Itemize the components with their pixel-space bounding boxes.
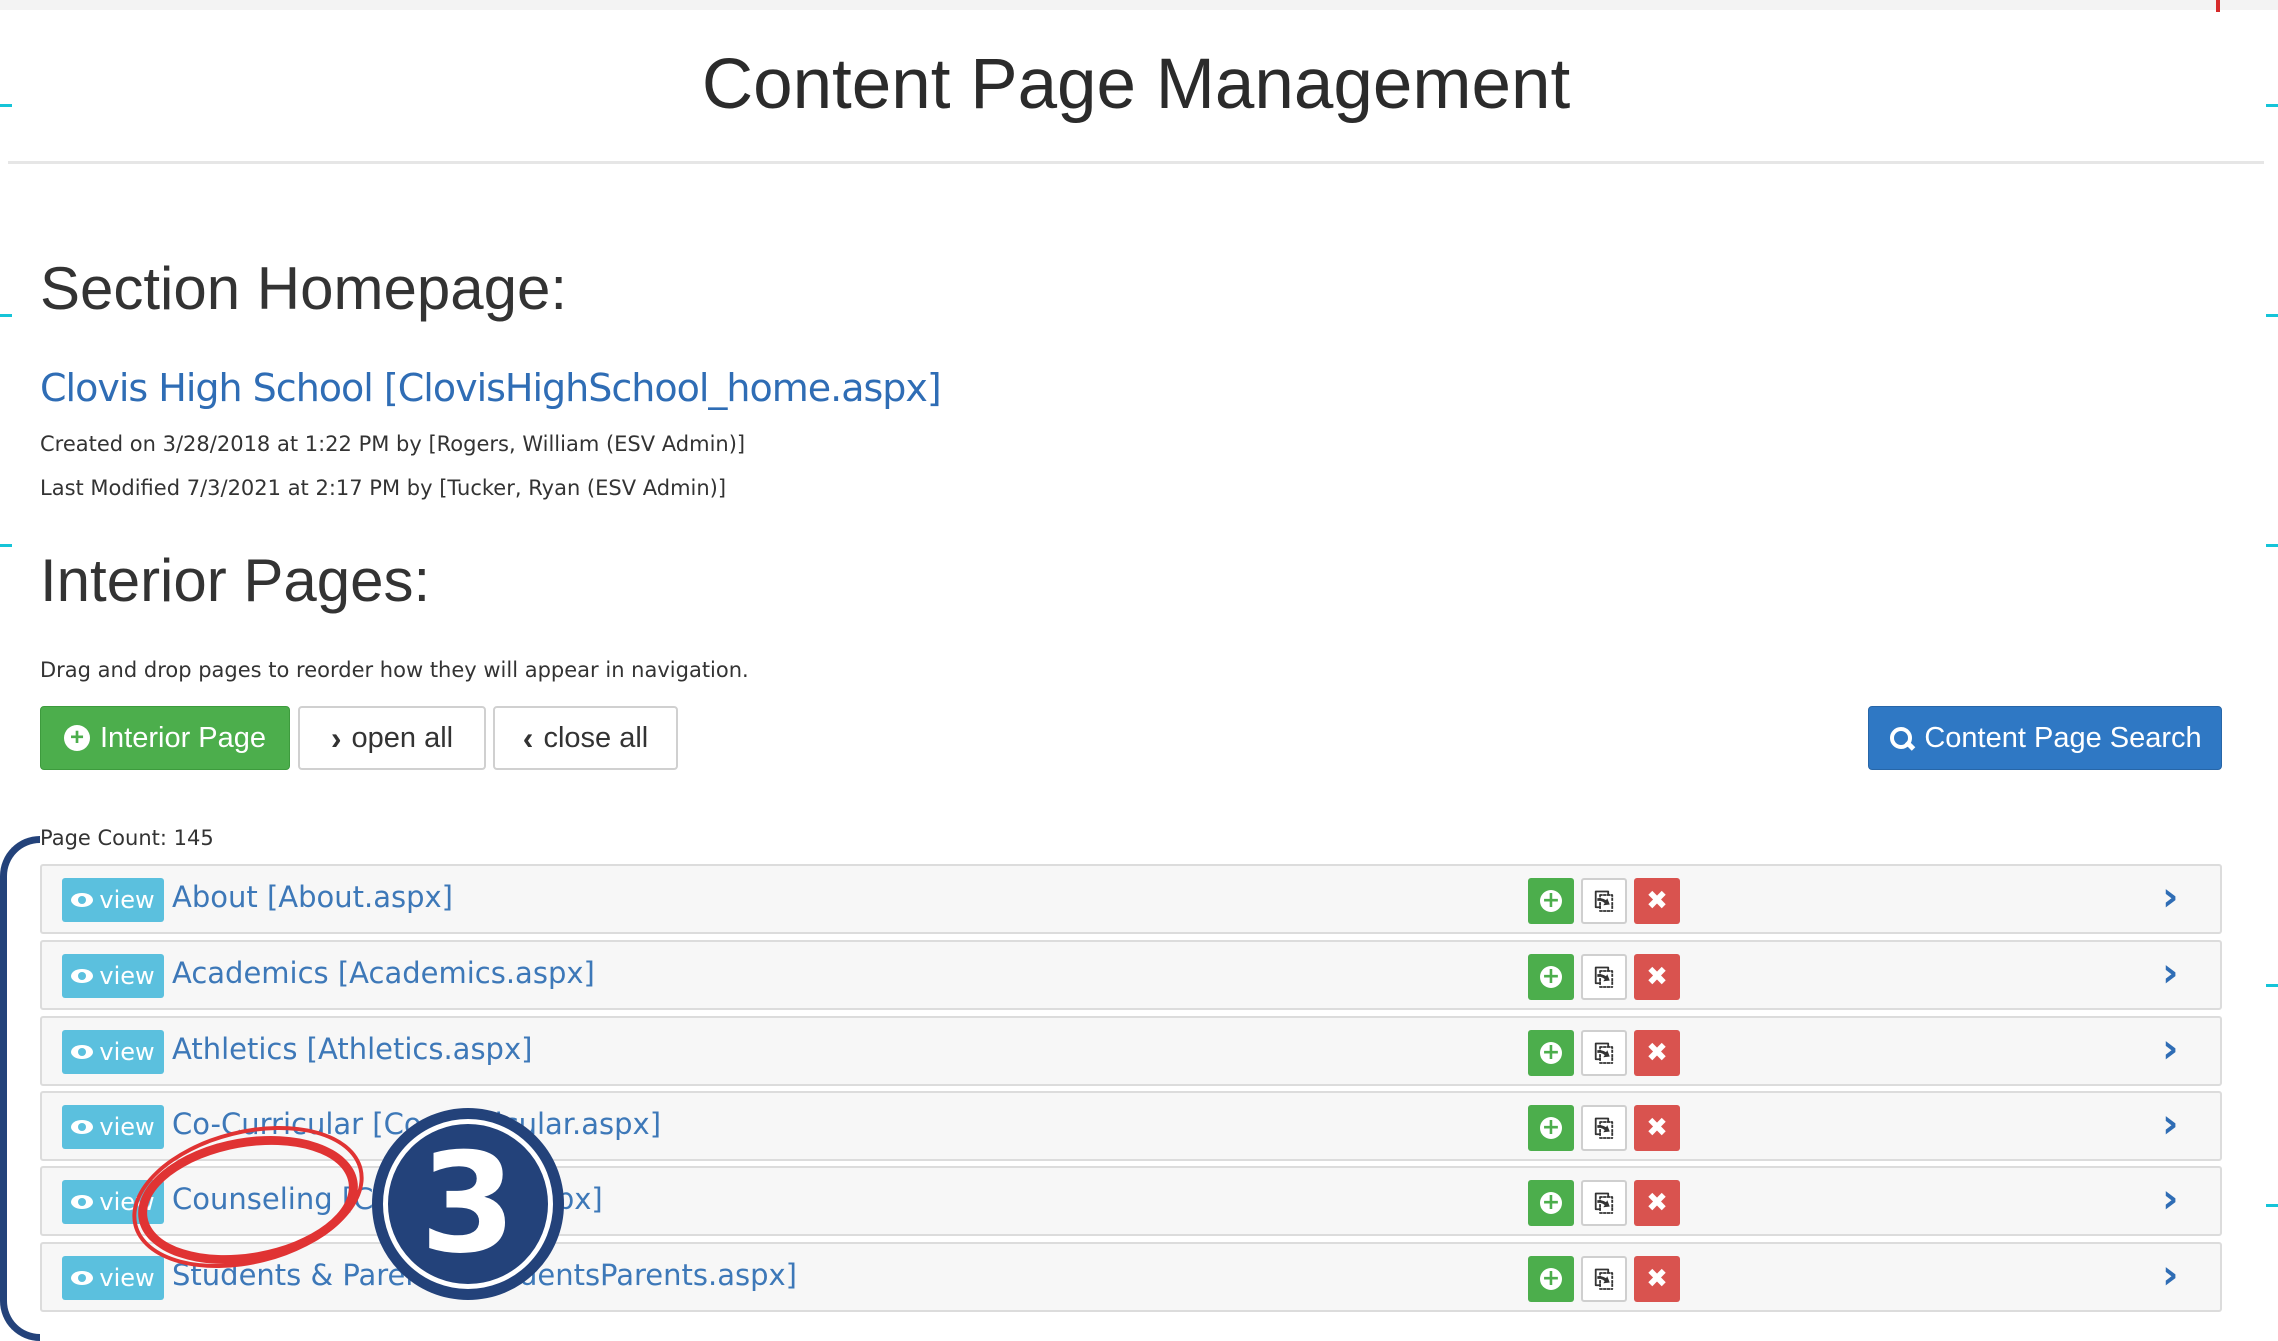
edge-mark: [0, 314, 12, 317]
page-row[interactable]: view Co-Curricular [Co-Curricular.aspx] …: [40, 1091, 2222, 1161]
section-homepage-heading: Section Homepage:: [40, 255, 567, 322]
page-row[interactable]: view Students & Parents [StudentsParents…: [40, 1242, 2222, 1312]
add-interior-page-button[interactable]: + Interior Page: [40, 706, 290, 770]
chevron-right-icon: ›: [330, 719, 342, 756]
expand-chevron-icon[interactable]: ›: [2162, 1252, 2178, 1298]
add-child-page-button[interactable]: +: [1528, 1256, 1574, 1302]
view-label: view: [99, 962, 155, 990]
close-icon: ✖: [1646, 962, 1668, 992]
copy-icon: ⎘: [1594, 1265, 1614, 1293]
content-page-search-button[interactable]: Content Page Search: [1868, 706, 2222, 770]
edge-mark: [2266, 1204, 2278, 1207]
open-all-label: open all: [351, 721, 454, 754]
page-link[interactable]: Athletics [Athletics.aspx]: [172, 1032, 532, 1066]
eye-icon: [71, 969, 94, 983]
annotation-bracket: [0, 836, 40, 1341]
plus-circle-icon: +: [1540, 1266, 1562, 1291]
page-header: Content Page Management: [8, 8, 2264, 164]
page-row[interactable]: view Athletics [Athletics.aspx] + ⎘ ✖ ›: [40, 1016, 2222, 1086]
delete-page-button[interactable]: ✖: [1634, 1256, 1680, 1302]
copy-page-button[interactable]: ⎘: [1581, 1256, 1627, 1302]
close-icon: ✖: [1646, 1038, 1668, 1068]
edge-mark: [2266, 984, 2278, 987]
page-row[interactable]: view About [About.aspx] + ⎘ ✖ ›: [40, 864, 2222, 934]
view-button[interactable]: view: [62, 878, 164, 922]
chevron-left-icon: ‹: [522, 719, 534, 756]
edge-mark: [2266, 544, 2278, 547]
copy-page-button[interactable]: ⎘: [1581, 878, 1627, 924]
plus-circle-icon: +: [1540, 1190, 1562, 1215]
plus-circle-icon: +: [1540, 888, 1562, 913]
edge-mark: [0, 544, 12, 547]
close-all-label: close all: [543, 721, 649, 754]
page-row[interactable]: view Academics [Academics.aspx] + ⎘ ✖ ›: [40, 940, 2222, 1010]
copy-icon: ⎘: [1594, 963, 1614, 991]
add-child-page-button[interactable]: +: [1528, 878, 1574, 924]
view-label: view: [99, 1264, 155, 1292]
close-icon: ✖: [1646, 1113, 1668, 1143]
interior-pages-heading: Interior Pages:: [40, 547, 431, 614]
close-icon: ✖: [1646, 1188, 1668, 1218]
copy-icon: ⎘: [1594, 1114, 1614, 1142]
page-row[interactable]: view Counseling [Counseling.aspx] + ⎘ ✖ …: [40, 1166, 2222, 1236]
view-label: view: [99, 886, 155, 914]
search-icon: [1888, 725, 1914, 751]
reorder-hint: Drag and drop pages to reorder how they …: [40, 658, 749, 682]
step-number-badge: 3: [372, 1108, 564, 1300]
created-info: Created on 3/28/2018 at 1:22 PM by [Roge…: [40, 432, 746, 456]
eye-icon: [71, 1271, 94, 1285]
expand-chevron-icon[interactable]: ›: [2162, 874, 2178, 920]
plus-circle-icon: +: [1540, 964, 1562, 989]
section-homepage-link[interactable]: Clovis High School [ClovisHighSchool_hom…: [40, 366, 942, 410]
edge-mark: [2266, 104, 2278, 107]
modified-info: Last Modified 7/3/2021 at 2:17 PM by [Tu…: [40, 476, 727, 500]
view-button[interactable]: view: [62, 954, 164, 998]
add-child-page-button[interactable]: +: [1528, 1180, 1574, 1226]
copy-icon: ⎘: [1594, 1189, 1614, 1217]
view-label: view: [99, 1038, 155, 1066]
expand-chevron-icon[interactable]: ›: [2162, 1176, 2178, 1222]
eye-icon: [71, 1045, 94, 1059]
delete-page-button[interactable]: ✖: [1634, 878, 1680, 924]
copy-icon: ⎘: [1594, 887, 1614, 915]
delete-page-button[interactable]: ✖: [1634, 954, 1680, 1000]
add-child-page-button[interactable]: +: [1528, 954, 1574, 1000]
view-button[interactable]: view: [62, 1256, 164, 1300]
expand-chevron-icon[interactable]: ›: [2162, 1101, 2178, 1147]
plus-circle-icon: +: [1540, 1040, 1562, 1065]
eye-icon: [71, 893, 94, 907]
step-badge-ring: 3: [383, 1119, 553, 1289]
close-icon: ✖: [1646, 1264, 1668, 1294]
plus-circle-icon: +: [63, 725, 90, 751]
view-label: view: [99, 1113, 155, 1141]
expand-chevron-icon[interactable]: ›: [2162, 950, 2178, 996]
copy-page-button[interactable]: ⎘: [1581, 954, 1627, 1000]
page-count: Page Count: 145: [40, 826, 214, 850]
view-button[interactable]: view: [62, 1105, 164, 1149]
delete-page-button[interactable]: ✖: [1634, 1180, 1680, 1226]
delete-page-button[interactable]: ✖: [1634, 1105, 1680, 1151]
delete-page-button[interactable]: ✖: [1634, 1030, 1680, 1076]
open-all-button[interactable]: › open all: [298, 706, 486, 770]
close-icon: ✖: [1646, 886, 1668, 916]
view-button[interactable]: view: [62, 1030, 164, 1074]
expand-chevron-icon[interactable]: ›: [2162, 1026, 2178, 1072]
eye-icon: [71, 1195, 94, 1209]
eye-icon: [71, 1120, 94, 1134]
copy-icon: ⎘: [1594, 1039, 1614, 1067]
add-child-page-button[interactable]: +: [1528, 1030, 1574, 1076]
copy-page-button[interactable]: ⎘: [1581, 1030, 1627, 1076]
plus-circle-icon: +: [1540, 1115, 1562, 1140]
content-page-search-label: Content Page Search: [1924, 721, 2202, 754]
page-link[interactable]: About [About.aspx]: [172, 880, 453, 914]
copy-page-button[interactable]: ⎘: [1581, 1180, 1627, 1226]
step-number: 3: [419, 1123, 517, 1284]
add-interior-page-label: Interior Page: [99, 721, 267, 754]
page-title: Content Page Management: [701, 45, 1571, 124]
close-all-button[interactable]: ‹ close all: [493, 706, 678, 770]
edge-mark: [2266, 314, 2278, 317]
page-link[interactable]: Academics [Academics.aspx]: [172, 956, 595, 990]
add-child-page-button[interactable]: +: [1528, 1105, 1574, 1151]
copy-page-button[interactable]: ⎘: [1581, 1105, 1627, 1151]
